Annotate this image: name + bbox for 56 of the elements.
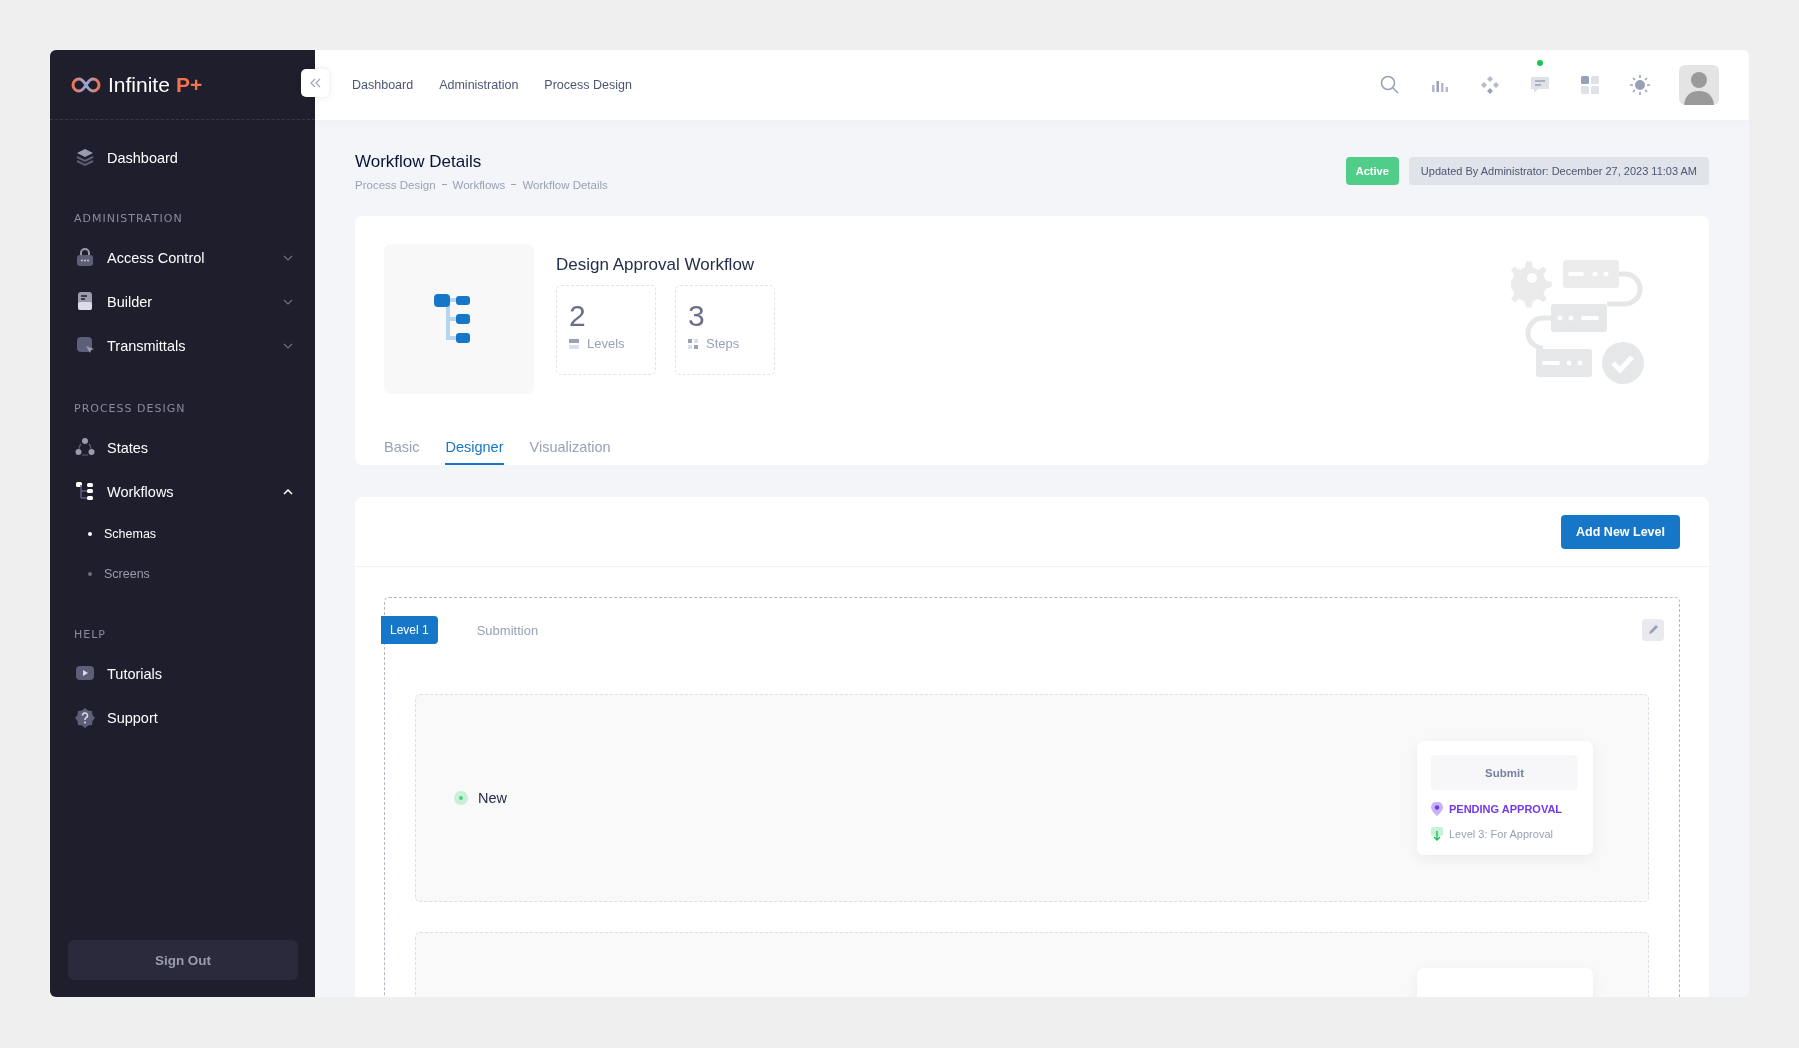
stat-label: Levels: [587, 336, 625, 351]
sun-icon[interactable]: [1629, 74, 1651, 96]
arrow-down-icon: [1431, 827, 1443, 841]
sidebar-item[interactable]: Transmittals: [50, 324, 315, 368]
workflow-name: Design Approval Workflow: [556, 255, 756, 275]
submenu-item[interactable]: Screens: [50, 554, 315, 594]
layers-icon: [75, 147, 95, 169]
level-badge: Level 1: [381, 616, 438, 644]
stat-value: 2: [569, 298, 587, 334]
brand-name: Infinite: [108, 72, 170, 97]
sidebar-item[interactable]: Dashboard: [50, 136, 315, 180]
nav-link[interactable]: Administration: [439, 78, 519, 92]
tree-icon: [75, 481, 95, 503]
add-level-button[interactable]: Add New Level: [1561, 514, 1680, 549]
result-status: PENDING APPROVAL: [1449, 803, 1563, 815]
brand-suffix: P+: [175, 72, 203, 97]
three-nodes-icon: [75, 437, 95, 459]
search-icon[interactable]: [1379, 74, 1401, 96]
submenu-item[interactable]: Schemas: [50, 514, 315, 554]
question-badge-icon: [75, 707, 95, 729]
document-icon: [75, 291, 95, 313]
double-chevron-left-icon: [309, 78, 321, 88]
stat-value: 3: [688, 298, 706, 334]
state-name: New: [478, 790, 507, 806]
section-heading: PROCESS DESIGN: [73, 400, 187, 417]
page-title: Workflow Details: [355, 151, 483, 172]
chat-icon[interactable]: [1529, 74, 1551, 96]
section-heading: ADMINISTRATION: [73, 210, 184, 227]
action-button[interactable]: Submit: [1431, 755, 1578, 790]
map-pin-icon: [1431, 802, 1443, 816]
status-badge: Active: [1345, 157, 1399, 185]
pencil-icon: [1647, 624, 1659, 636]
sidebar-item[interactable]: Support: [50, 696, 315, 740]
sidebar-item[interactable]: Workflows: [50, 470, 315, 514]
collapse-button[interactable]: [301, 69, 329, 97]
stat-label: Steps: [706, 336, 740, 351]
tab[interactable]: Designer: [445, 438, 504, 465]
section-heading: HELP: [73, 626, 107, 643]
sign-out-button[interactable]: Sign Out: [68, 940, 298, 980]
levels-icon: [569, 338, 579, 349]
nav-link[interactable]: Process Design: [544, 78, 632, 92]
sidebar-item[interactable]: Builder: [50, 280, 315, 324]
updated-info: Updated By Administrator: December 27, 2023 11:03 AM: [1408, 157, 1709, 185]
grid-icon[interactable]: [1579, 74, 1601, 96]
sidebar-item[interactable]: Access Control: [50, 236, 315, 280]
state-dot: [454, 791, 468, 805]
avatar-silhouette[interactable]: [1679, 65, 1719, 105]
diamonds-icon[interactable]: [1479, 74, 1501, 96]
level-name: Submittion: [476, 622, 540, 638]
nav-link[interactable]: Dashboard: [352, 78, 414, 92]
target-level: Level 3: For Approval: [1449, 828, 1553, 840]
sidebar-item[interactable]: Tutorials: [50, 652, 315, 696]
edit-button[interactable]: [1642, 619, 1664, 641]
sidebar-item[interactable]: States: [50, 426, 315, 470]
lock-icon: [75, 247, 95, 269]
steps-icon: [688, 338, 698, 349]
